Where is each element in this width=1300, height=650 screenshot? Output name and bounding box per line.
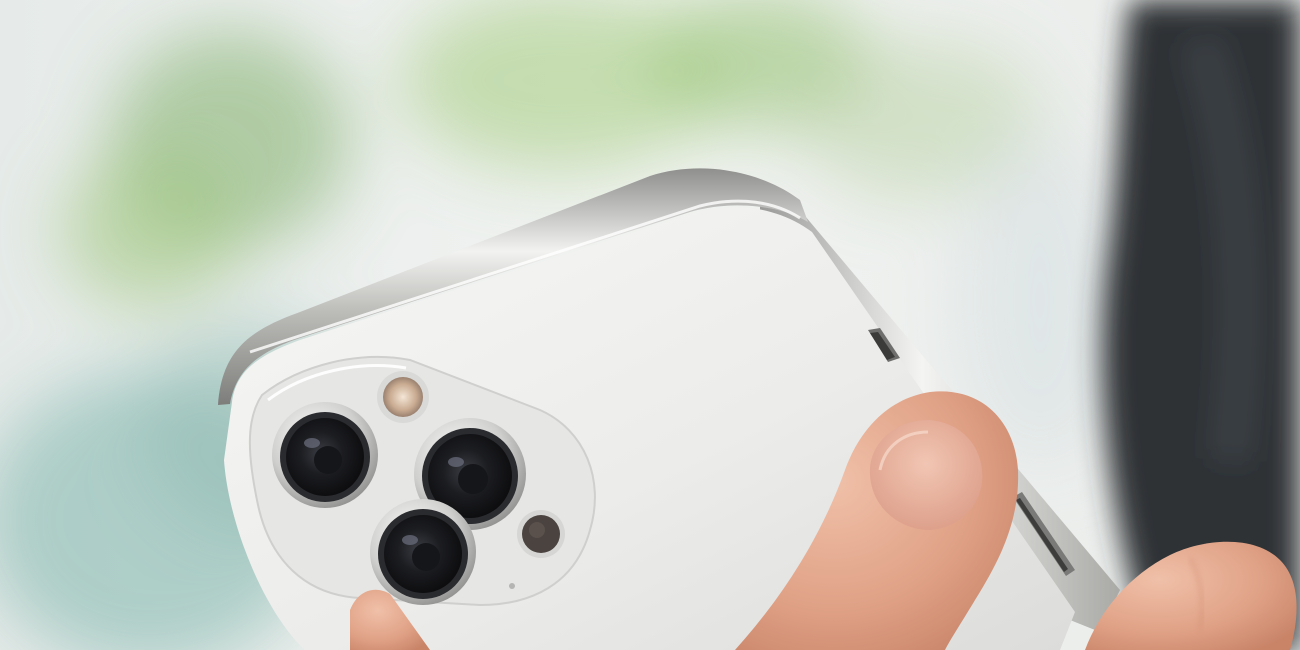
lidar-sensor-icon [517,510,565,558]
camera-lens-icon [272,402,378,508]
camera-lens-icon [370,499,476,605]
photo-scene [0,0,1300,650]
photo-canvas [0,0,1300,650]
flash-icon [377,371,429,423]
microphone-icon [509,583,515,589]
